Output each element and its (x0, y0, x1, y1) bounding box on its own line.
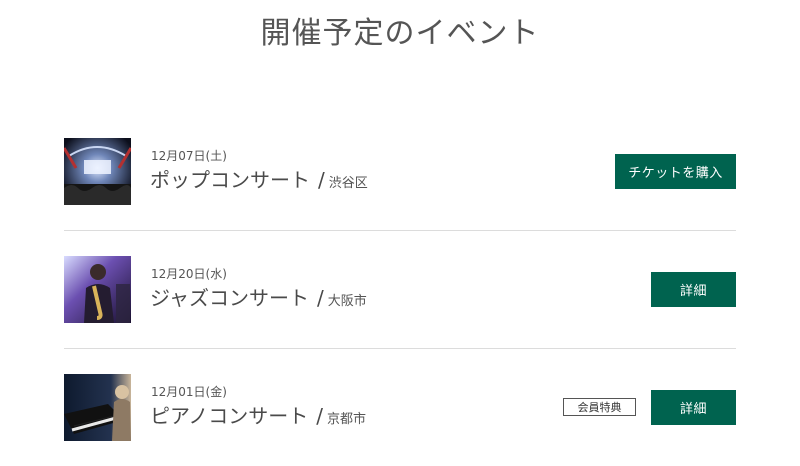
event-thumbnail[interactable] (64, 374, 131, 441)
event-title[interactable]: ポップコンサート (150, 168, 310, 192)
event-title[interactable]: ピアノコンサート (150, 404, 308, 428)
page-title: 開催予定のイベント (260, 16, 540, 51)
details-button[interactable]: 詳細 (651, 272, 736, 307)
event-venue: 大阪市 (327, 294, 367, 309)
event-name: ピアノコンサート / 京都市 (150, 400, 366, 429)
separator: / (318, 168, 325, 192)
event-thumbnail[interactable] (64, 138, 131, 205)
divider (64, 230, 736, 231)
event-row: 12月07日(土) ポップコンサート / 渋谷区 チケットを購入 (64, 138, 736, 206)
events-page: 開催予定のイベント 12月07日(土) ポップコンサート / 渋谷区 チケットを… (0, 0, 800, 466)
event-date: 12月07日(土) (151, 149, 227, 163)
event-title[interactable]: ジャズコンサート (150, 286, 309, 310)
separator: / (317, 286, 324, 310)
event-thumbnail[interactable] (64, 256, 131, 323)
divider (64, 348, 736, 349)
event-venue: 京都市 (326, 412, 366, 427)
member-benefit-badge: 会員特典 (563, 398, 636, 416)
event-name: ポップコンサート / 渋谷区 (150, 164, 368, 193)
buy-ticket-button[interactable]: チケットを購入 (615, 154, 736, 189)
event-name: ジャズコンサート / 大阪市 (150, 282, 367, 311)
separator: / (316, 404, 323, 428)
details-button[interactable]: 詳細 (651, 390, 736, 425)
event-date: 12月20日(水) (151, 267, 227, 281)
event-date: 12月01日(金) (151, 385, 227, 399)
event-row: 12月20日(水) ジャズコンサート / 大阪市 詳細 (64, 256, 736, 324)
event-row: 12月01日(金) ピアノコンサート / 京都市 会員特典 詳細 (64, 374, 736, 442)
event-venue: 渋谷区 (328, 176, 368, 191)
